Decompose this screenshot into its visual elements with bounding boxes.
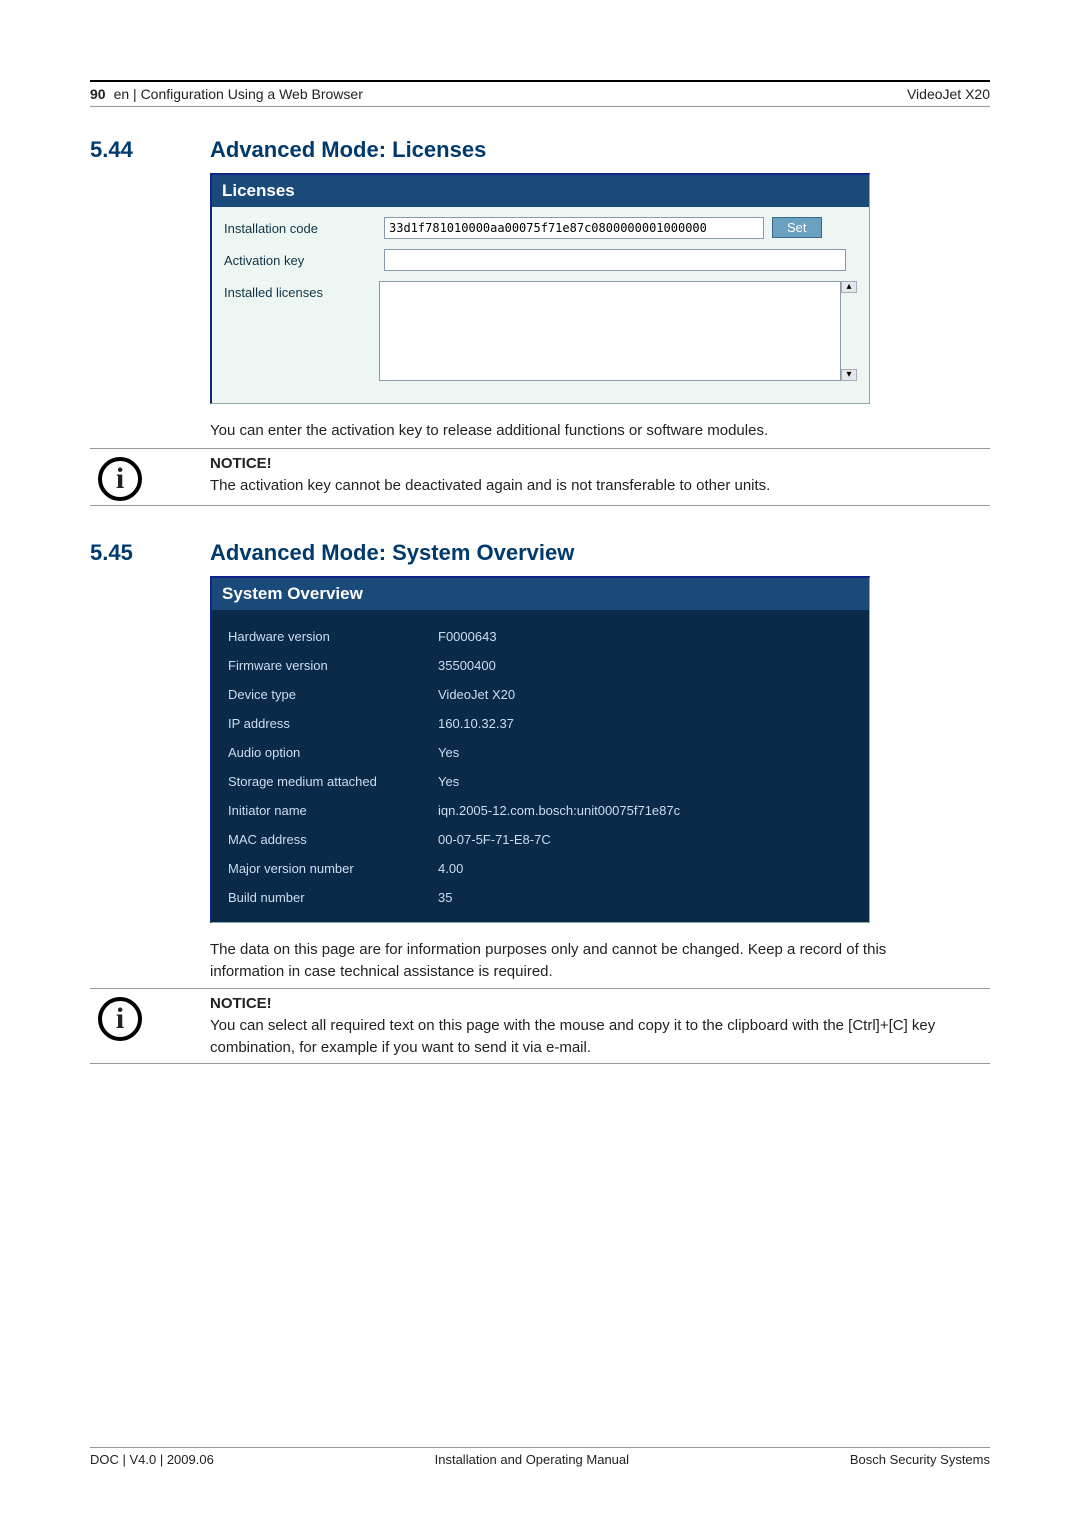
info-icon: i (98, 457, 142, 501)
activation-key-row: Activation key (224, 249, 857, 271)
system-row-label: Device type (228, 687, 438, 702)
page-footer: DOC | V4.0 | 2009.06 Installation and Op… (90, 1447, 990, 1467)
installed-licenses-label: Installed licenses (224, 281, 379, 300)
section-title: Advanced Mode: System Overview (210, 540, 574, 566)
licenses-panel: Licenses Installation code Set Activatio… (210, 173, 870, 404)
system-row-label: MAC address (228, 832, 438, 847)
system-row-label: Major version number (228, 861, 438, 876)
licenses-body-text: You can enter the activation key to rele… (210, 420, 950, 442)
notice-licenses: i NOTICE! The activation key cannot be d… (90, 448, 990, 506)
system-overview-body: Hardware versionF0000643Firmware version… (212, 610, 869, 922)
system-row-value: VideoJet X20 (438, 687, 515, 702)
notice-heading: NOTICE! (210, 453, 990, 475)
section-heading-licenses: 5.44 Advanced Mode: Licenses (90, 137, 990, 163)
system-row: Storage medium attachedYes (228, 767, 853, 796)
section-number: 5.44 (90, 137, 210, 163)
system-row-label: Storage medium attached (228, 774, 438, 789)
breadcrumb: en | Configuration Using a Web Browser (114, 86, 363, 102)
header-top-rule (90, 80, 990, 82)
installation-code-input[interactable] (384, 217, 764, 239)
notice-system-overview: i NOTICE! You can select all required te… (90, 988, 990, 1063)
installed-licenses-textarea[interactable] (379, 281, 841, 381)
system-row: IP address160.10.32.37 (228, 709, 853, 738)
system-overview-panel: System Overview Hardware versionF0000643… (210, 576, 870, 923)
system-row-value: 4.00 (438, 861, 463, 876)
system-row-label: Initiator name (228, 803, 438, 818)
system-row-label: IP address (228, 716, 438, 731)
section-title: Advanced Mode: Licenses (210, 137, 486, 163)
activation-key-label: Activation key (224, 249, 384, 268)
info-icon: i (98, 997, 142, 1041)
scroll-up-icon[interactable]: ▴ (841, 281, 857, 293)
set-button[interactable]: Set (772, 217, 822, 238)
licenses-panel-title: Licenses (212, 175, 869, 207)
scroll-down-icon[interactable]: ▾ (841, 369, 857, 381)
section-number: 5.45 (90, 540, 210, 566)
header-under-rule (90, 106, 990, 107)
system-row: Hardware versionF0000643 (228, 622, 853, 651)
system-row: Device typeVideoJet X20 (228, 680, 853, 709)
activation-key-input[interactable] (384, 249, 846, 271)
section-heading-system-overview: 5.45 Advanced Mode: System Overview (90, 540, 990, 566)
notice-body: The activation key cannot be deactivated… (210, 475, 990, 497)
system-row-label: Build number (228, 890, 438, 905)
system-row-value: Yes (438, 774, 459, 789)
page-header: 90 en | Configuration Using a Web Browse… (90, 86, 990, 106)
system-row: MAC address00-07-5F-71-E8-7C (228, 825, 853, 854)
system-overview-body-text: The data on this page are for informatio… (210, 939, 950, 983)
footer-right: Bosch Security Systems (850, 1452, 990, 1467)
footer-center: Installation and Operating Manual (435, 1452, 629, 1467)
installed-licenses-row: Installed licenses ▴ ▾ (224, 281, 857, 381)
product-name: VideoJet X20 (907, 86, 990, 102)
system-row-value: 00-07-5F-71-E8-7C (438, 832, 551, 847)
footer-left: DOC | V4.0 | 2009.06 (90, 1452, 214, 1467)
system-row-label: Firmware version (228, 658, 438, 673)
system-row: Firmware version35500400 (228, 651, 853, 680)
system-row-value: 160.10.32.37 (438, 716, 514, 731)
system-row-label: Audio option (228, 745, 438, 760)
system-row: Audio optionYes (228, 738, 853, 767)
system-row: Build number35 (228, 883, 853, 912)
page-number: 90 (90, 86, 106, 102)
installation-code-label: Installation code (224, 217, 384, 236)
system-row: Major version number4.00 (228, 854, 853, 883)
notice-body: You can select all required text on this… (210, 1015, 990, 1059)
system-row: Initiator nameiqn.2005-12.com.bosch:unit… (228, 796, 853, 825)
system-row-value: iqn.2005-12.com.bosch:unit00075f71e87c (438, 803, 680, 818)
system-row-value: Yes (438, 745, 459, 760)
system-overview-panel-title: System Overview (212, 578, 869, 610)
notice-heading: NOTICE! (210, 993, 990, 1015)
system-row-value: 35 (438, 890, 452, 905)
system-row-label: Hardware version (228, 629, 438, 644)
system-row-value: F0000643 (438, 629, 497, 644)
system-row-value: 35500400 (438, 658, 496, 673)
installation-code-row: Installation code Set (224, 217, 857, 239)
